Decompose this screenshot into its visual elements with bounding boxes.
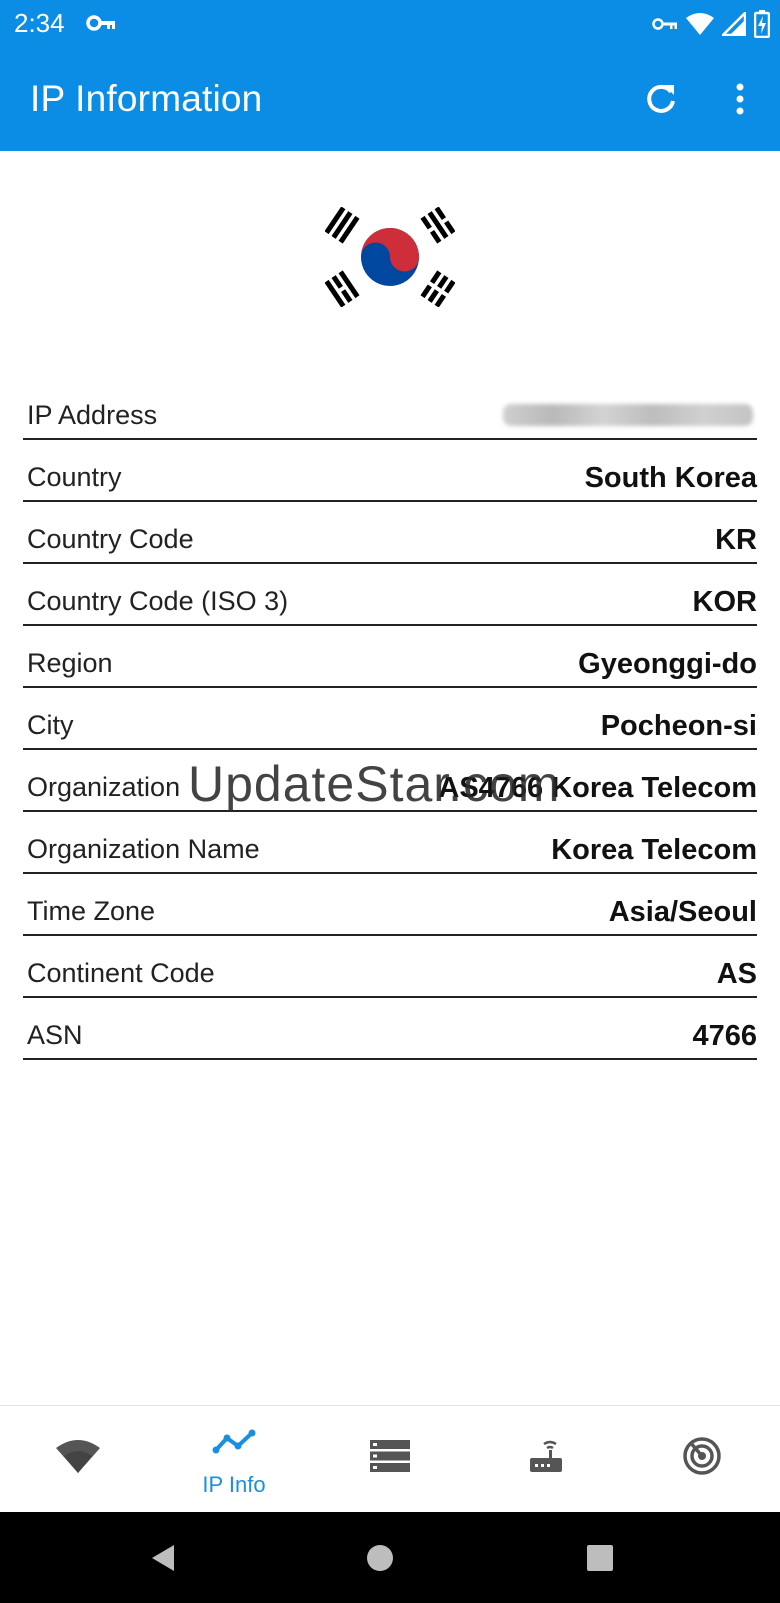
info-label: Time Zone xyxy=(27,896,156,926)
home-button[interactable] xyxy=(360,1538,400,1578)
info-label: Country xyxy=(27,462,122,492)
info-value: Korea Telecom xyxy=(551,834,757,866)
info-label: ASN xyxy=(27,1020,83,1050)
info-row-country-code-iso3: Country Code (ISO 3) KOR xyxy=(23,564,757,626)
info-row-country: Country South Korea xyxy=(23,440,757,502)
more-vert-icon xyxy=(736,83,744,115)
radar-icon xyxy=(683,1437,721,1475)
nav-item-router[interactable] xyxy=(468,1406,624,1513)
info-row-asn: ASN 4766 xyxy=(23,998,757,1060)
app-bar: IP Information xyxy=(0,48,780,151)
info-label: Organization xyxy=(27,772,181,802)
info-value: Asia/Seoul xyxy=(608,896,757,928)
status-icons xyxy=(652,10,770,38)
flag-trigram-top-left xyxy=(325,207,360,244)
nav-label-ip-info: IP Info xyxy=(202,1472,266,1497)
page-title: IP Information xyxy=(30,78,263,119)
back-triangle-icon xyxy=(152,1545,174,1571)
info-label: City xyxy=(27,710,74,740)
nav-icon-wrap xyxy=(366,1434,414,1478)
refresh-icon xyxy=(647,84,675,113)
info-row-country-code: Country Code KR xyxy=(23,502,757,564)
status-bar: 2:34 xyxy=(0,0,780,48)
refresh-button[interactable] xyxy=(638,76,684,122)
flag-taeguk xyxy=(361,228,419,286)
info-label: Region xyxy=(27,648,113,678)
nav-item-wifi[interactable] xyxy=(0,1406,156,1513)
vpn-key-icon xyxy=(652,18,677,30)
info-value: KR xyxy=(715,524,757,556)
more-options-button[interactable] xyxy=(720,76,760,122)
server-list-icon xyxy=(370,1440,410,1472)
flag-trigram-bottom-right xyxy=(420,270,455,307)
back-button[interactable] xyxy=(143,1538,183,1578)
info-label: Organization Name xyxy=(27,834,260,864)
info-label: Country Code (ISO 3) xyxy=(27,586,289,616)
nav-item-ip-info[interactable]: IP Info xyxy=(156,1406,312,1513)
status-time: 2:34 xyxy=(14,8,65,38)
router-icon xyxy=(530,1440,562,1472)
info-value: South Korea xyxy=(584,462,757,494)
info-row-organization-name: Organization Name Korea Telecom xyxy=(23,812,757,874)
recents-button[interactable] xyxy=(580,1538,620,1578)
chart-line-icon xyxy=(212,1429,256,1454)
flag-trigram-bottom-left xyxy=(325,270,360,307)
info-value: Pocheon-si xyxy=(600,710,757,742)
nav-icon-wrap xyxy=(678,1434,726,1478)
ip-info-list: IP Address Country South Korea Country C… xyxy=(23,378,757,1060)
info-label: IP Address xyxy=(27,400,158,430)
system-navigation-bar xyxy=(0,1512,780,1603)
nav-item-radar[interactable] xyxy=(624,1406,780,1513)
nav-icon-wrap xyxy=(54,1434,102,1478)
wifi-icon xyxy=(686,13,714,35)
info-row-continent-code: Continent Code AS xyxy=(23,936,757,998)
battery-charging-icon xyxy=(754,10,770,38)
nav-icon-wrap xyxy=(210,1420,258,1464)
bottom-navigation: IP Info xyxy=(0,1405,780,1512)
info-row-ip-address: IP Address xyxy=(23,378,757,440)
info-label: Continent Code xyxy=(27,958,215,988)
flag-trigram-top-right xyxy=(420,207,455,244)
info-value: Gyeonggi-do xyxy=(578,648,757,680)
nav-icon-wrap xyxy=(522,1434,570,1478)
info-value: AS xyxy=(716,958,757,990)
nav-item-servers[interactable] xyxy=(312,1406,468,1513)
recents-square-icon xyxy=(587,1545,613,1571)
info-value: KOR xyxy=(692,586,757,618)
info-label: Country Code xyxy=(27,524,194,554)
watermark: UpdateStar.com xyxy=(188,756,561,812)
country-flag xyxy=(325,207,455,307)
info-value: 4766 xyxy=(692,1020,757,1052)
info-row-time-zone: Time Zone Asia/Seoul xyxy=(23,874,757,936)
info-row-region: Region Gyeonggi-do xyxy=(23,626,757,688)
info-row-city: City Pocheon-si xyxy=(23,688,757,750)
wifi-icon xyxy=(56,1440,100,1473)
home-circle-icon xyxy=(367,1545,393,1571)
ip-address-value-blurred xyxy=(503,404,753,426)
signal-icon xyxy=(722,12,746,36)
vpn-key-icon xyxy=(86,15,115,31)
